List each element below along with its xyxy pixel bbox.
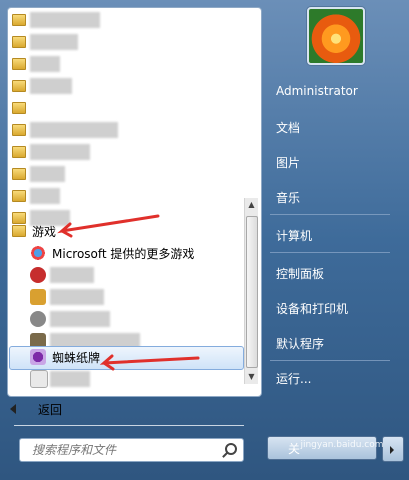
watermark-text: jingyan.baidu.com — [300, 440, 384, 450]
folder-icon — [12, 225, 26, 237]
redacted-label — [50, 267, 94, 283]
folder-item[interactable] — [12, 98, 32, 118]
redacted-label — [30, 34, 78, 50]
start-menu: 游戏 Microsoft 提供的更多游戏 蜘蛛纸牌 ▲ ▼ 返回 搜索程序和文件… — [0, 0, 409, 480]
scrollbar[interactable]: ▲ ▼ — [244, 198, 258, 384]
folder-item[interactable] — [12, 10, 32, 30]
back-button[interactable]: 返回 — [10, 398, 62, 420]
spider-solitaire-icon — [30, 349, 46, 365]
folder-icon — [12, 146, 26, 158]
game-icon — [30, 370, 48, 388]
search-icon[interactable] — [225, 443, 237, 455]
scroll-down-button[interactable]: ▼ — [245, 370, 258, 384]
game-item[interactable] — [30, 265, 52, 285]
game-icon — [30, 289, 46, 305]
search-input[interactable] — [30, 439, 224, 461]
folder-item[interactable] — [12, 164, 32, 184]
redacted-label — [30, 188, 60, 204]
games-folder[interactable]: 游戏 — [12, 221, 56, 241]
programs-pane: 游戏 Microsoft 提供的更多游戏 蜘蛛纸牌 ▲ ▼ — [7, 7, 262, 397]
folder-icon — [12, 124, 26, 136]
scroll-thumb[interactable] — [246, 216, 258, 368]
games-folder-label: 游戏 — [32, 224, 57, 239]
spider-solitaire-label: 蜘蛛纸牌 — [52, 350, 101, 365]
redacted-label — [30, 122, 118, 138]
user-link[interactable]: Administrator — [276, 84, 358, 98]
ms-games-icon — [30, 245, 46, 261]
redacted-label — [50, 289, 104, 305]
folder-icon — [12, 168, 26, 180]
pictures-link[interactable]: 图片 — [276, 154, 300, 171]
ms-games-item[interactable]: Microsoft 提供的更多游戏 — [30, 243, 194, 263]
game-icon — [30, 267, 46, 283]
redacted-label — [30, 56, 60, 72]
scroll-up-button[interactable]: ▲ — [245, 198, 258, 212]
music-link[interactable]: 音乐 — [276, 189, 300, 206]
redacted-label — [50, 311, 110, 327]
back-label: 返回 — [38, 402, 63, 417]
user-avatar[interactable] — [307, 7, 365, 65]
folder-icon — [12, 190, 26, 202]
watermark: jingyan.baidu.com — [282, 418, 402, 468]
control-panel-link[interactable]: 控制面板 — [276, 265, 324, 282]
game-item[interactable] — [30, 287, 52, 307]
redacted-label — [30, 12, 100, 28]
redacted-label — [30, 78, 72, 94]
default-programs-link[interactable]: 默认程序 — [276, 335, 324, 352]
spider-solitaire-item[interactable]: 蜘蛛纸牌 — [30, 347, 100, 367]
folder-item[interactable] — [12, 76, 32, 96]
run-link[interactable]: 运行... — [276, 370, 311, 387]
folder-icon — [12, 58, 26, 70]
folder-item[interactable] — [12, 120, 32, 140]
folder-item[interactable] — [12, 54, 32, 74]
folder-icon — [12, 14, 26, 26]
divider — [270, 252, 390, 253]
ms-games-label: Microsoft 提供的更多游戏 — [52, 246, 195, 261]
redacted-label — [30, 166, 65, 182]
redacted-label — [30, 144, 90, 160]
folder-icon — [12, 102, 26, 114]
documents-link[interactable]: 文档 — [276, 119, 300, 136]
divider — [270, 360, 390, 361]
search-box[interactable] — [19, 438, 244, 462]
folder-icon — [12, 36, 26, 48]
computer-link[interactable]: 计算机 — [276, 227, 312, 244]
game-icon — [30, 311, 46, 327]
redacted-label — [50, 371, 90, 387]
folder-item[interactable] — [12, 142, 32, 162]
game-item[interactable] — [30, 309, 52, 329]
folder-icon — [12, 80, 26, 92]
devices-printers-link[interactable]: 设备和打印机 — [276, 300, 348, 317]
divider — [270, 214, 390, 215]
divider — [14, 425, 244, 426]
back-arrow-icon — [10, 404, 16, 414]
folder-item[interactable] — [12, 32, 32, 52]
folder-item[interactable] — [12, 186, 32, 206]
